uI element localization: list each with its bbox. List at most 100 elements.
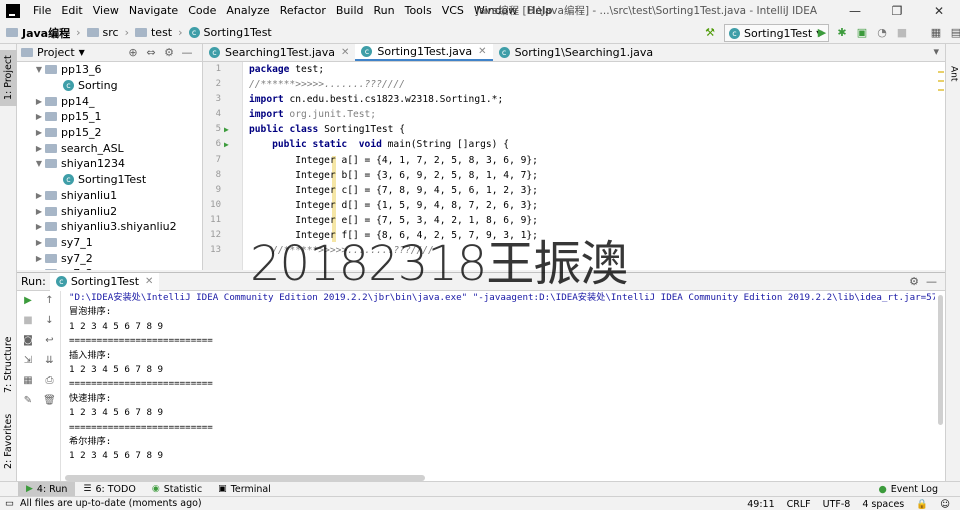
- gear-icon[interactable]: ⚙ —: [909, 275, 937, 288]
- menu-edit[interactable]: Edit: [56, 0, 87, 22]
- crumb-class[interactable]: c Sorting1Test: [183, 26, 272, 39]
- maximize-button[interactable]: ❐: [876, 0, 918, 22]
- gear-icon[interactable]: ⚙: [160, 45, 178, 61]
- menu-navigate[interactable]: Navigate: [124, 0, 183, 22]
- tree-folder-item[interactable]: ▶ pp15_1: [17, 109, 202, 125]
- chevron-right-icon[interactable]: ▶: [33, 254, 45, 263]
- scroll-to-end-icon[interactable]: ⇊: [39, 351, 60, 371]
- layout-icon[interactable]: ▦: [17, 371, 39, 391]
- profile-icon[interactable]: ◔: [872, 25, 892, 41]
- crumb-src[interactable]: src ›: [81, 26, 129, 39]
- tabs-menu-icon[interactable]: ▾: [933, 45, 939, 58]
- vertical-scrollbar[interactable]: [938, 295, 943, 425]
- code-line[interactable]: 2 //******>>>>>.......???////: [216, 77, 945, 92]
- down-arrow-icon[interactable]: ↓: [39, 311, 60, 331]
- tree-folder-item[interactable]: ▶ sy7_1: [17, 235, 202, 251]
- menu-view[interactable]: View: [88, 0, 124, 22]
- tree-folder-item[interactable]: ▶ shiyanliu1: [17, 188, 202, 204]
- menu-run[interactable]: Run: [369, 0, 400, 22]
- tree-folder-item[interactable]: ▶ sy7_3: [17, 266, 202, 270]
- coverage-icon[interactable]: ▣: [852, 25, 872, 41]
- tree-folder-item[interactable]: ▼ pp13_6: [17, 62, 202, 78]
- close-icon[interactable]: ✕: [145, 276, 153, 287]
- ant-tool-tab[interactable]: Ant: [946, 58, 960, 90]
- stop-icon[interactable]: ■: [892, 25, 912, 41]
- file-encoding[interactable]: UTF-8: [817, 499, 857, 510]
- warning-marker[interactable]: [938, 89, 944, 91]
- crumb-test[interactable]: test ›: [129, 26, 183, 39]
- tree-class-item[interactable]: c Sorting: [17, 78, 202, 94]
- menu-code[interactable]: Code: [183, 0, 221, 22]
- event-log-button[interactable]: ● Event Log: [879, 482, 939, 497]
- code-line[interactable]: 5 ▶ public class Sorting1Test {: [216, 122, 945, 137]
- tab-sorting1test[interactable]: c Sorting1Test.java ✕: [355, 44, 493, 61]
- tab-searching1test[interactable]: c Searching1Test.java ✕: [203, 44, 355, 61]
- run-icon[interactable]: ▶: [812, 25, 832, 41]
- code-line[interactable]: 8 Integer b[] = {3, 6, 9, 2, 5, 8, 1, 4,…: [216, 168, 945, 183]
- tree-folder-item[interactable]: ▶ pp14_: [17, 93, 202, 109]
- crumb-project[interactable]: Java编程 ›: [0, 25, 81, 41]
- run-gutter-icon[interactable]: ▶: [224, 137, 229, 152]
- menu-build[interactable]: Build: [331, 0, 369, 22]
- close-icon[interactable]: ✕: [478, 46, 486, 57]
- project-panel-title[interactable]: Project: [37, 46, 75, 59]
- line-separator[interactable]: CRLF: [781, 499, 817, 510]
- favorites-tool-tab[interactable]: 2: Favorites: [0, 410, 17, 472]
- print-icon[interactable]: ⎙: [39, 371, 60, 391]
- close-button[interactable]: ✕: [918, 0, 960, 22]
- indent-setting[interactable]: 4 spaces: [856, 499, 910, 510]
- tree-folder-item[interactable]: ▶ shiyanliu2: [17, 203, 202, 219]
- tree-folder-item[interactable]: ▶ search_ASL: [17, 140, 202, 156]
- project-structure-icon[interactable]: ▦: [926, 25, 946, 41]
- code-line[interactable]: 10 Integer d[] = {1, 5, 9, 4, 8, 7, 2, 6…: [210, 198, 945, 213]
- chevron-down-icon[interactable]: ▼: [33, 159, 45, 168]
- chevron-right-icon[interactable]: ▶: [33, 222, 45, 231]
- code-line[interactable]: 1 package test;: [216, 62, 945, 77]
- menu-file[interactable]: File: [28, 0, 56, 22]
- code-line[interactable]: 3 import cn.edu.besti.cs1823.w2318.Sortin…: [216, 92, 945, 107]
- stop-icon[interactable]: ■: [17, 311, 39, 331]
- minimize-button[interactable]: —: [834, 0, 876, 22]
- code-line[interactable]: 7 Integer a[] = {4, 1, 7, 2, 5, 8, 3, 6,…: [216, 153, 945, 168]
- login-icon[interactable]: ⇲: [17, 351, 39, 371]
- chevron-right-icon[interactable]: ▶: [33, 269, 45, 270]
- chevron-right-icon[interactable]: ▶: [33, 112, 45, 121]
- todo-tool-button[interactable]: ☰ 6: TODO: [75, 482, 143, 497]
- chevron-right-icon[interactable]: ▶: [33, 144, 45, 153]
- caret-position[interactable]: 49:11: [741, 499, 780, 510]
- chevron-right-icon[interactable]: ▶: [33, 128, 45, 137]
- pin-icon[interactable]: ✎: [17, 391, 39, 411]
- warning-marker[interactable]: [938, 71, 944, 73]
- warning-marker[interactable]: [938, 80, 944, 82]
- inspector-icon[interactable]: ☺: [934, 499, 956, 510]
- console-output[interactable]: "D:\IDEA安装处\IntelliJ IDEA Community Edit…: [65, 291, 935, 482]
- menu-tools[interactable]: Tools: [400, 0, 437, 22]
- chevron-down-icon[interactable]: ▼: [79, 48, 85, 57]
- hide-icon[interactable]: —: [178, 45, 196, 61]
- tree-class-item[interactable]: c Sorting1Test: [17, 172, 202, 188]
- debug-icon[interactable]: ✱: [832, 25, 852, 41]
- menu-refactor[interactable]: Refactor: [275, 0, 331, 22]
- tree-folder-item[interactable]: ▶ shiyanliu3.shiyanliu2: [17, 219, 202, 235]
- project-tool-tab[interactable]: 1: Project: [0, 50, 17, 106]
- menu-vcs[interactable]: VCS: [437, 0, 469, 22]
- menu-analyze[interactable]: Analyze: [221, 0, 274, 22]
- run-tab-sorting1test[interactable]: c Sorting1Test ✕: [49, 272, 160, 291]
- tree-folder-item[interactable]: ▶ pp15_2: [17, 125, 202, 141]
- up-arrow-icon[interactable]: ↑: [39, 291, 60, 311]
- chevron-down-icon[interactable]: ▼: [33, 65, 45, 74]
- tree-folder-item[interactable]: ▶ sy7_2: [17, 250, 202, 266]
- rerun-icon[interactable]: ▶: [17, 291, 39, 311]
- tab-searching1[interactable]: c Sorting1\Searching1.java: [493, 44, 660, 61]
- close-icon[interactable]: ✕: [341, 47, 349, 58]
- tree-folder-item[interactable]: ▼ shiyan1234: [17, 156, 202, 172]
- code-line[interactable]: 6 ▶ public static void main(String []args…: [216, 137, 945, 152]
- camera-icon[interactable]: ◙: [17, 331, 39, 351]
- sdk-icon[interactable]: ▤: [946, 25, 960, 41]
- terminal-tool-button[interactable]: ▣ Terminal: [210, 482, 279, 497]
- chevron-right-icon[interactable]: ▶: [33, 238, 45, 247]
- chevron-right-icon[interactable]: ▶: [33, 191, 45, 200]
- run-gutter-icon[interactable]: ▶: [224, 122, 229, 137]
- code-line[interactable]: 9 Integer c[] = {7, 8, 9, 4, 5, 6, 1, 2,…: [216, 183, 945, 198]
- build-hammer-icon[interactable]: ⚒: [700, 25, 720, 41]
